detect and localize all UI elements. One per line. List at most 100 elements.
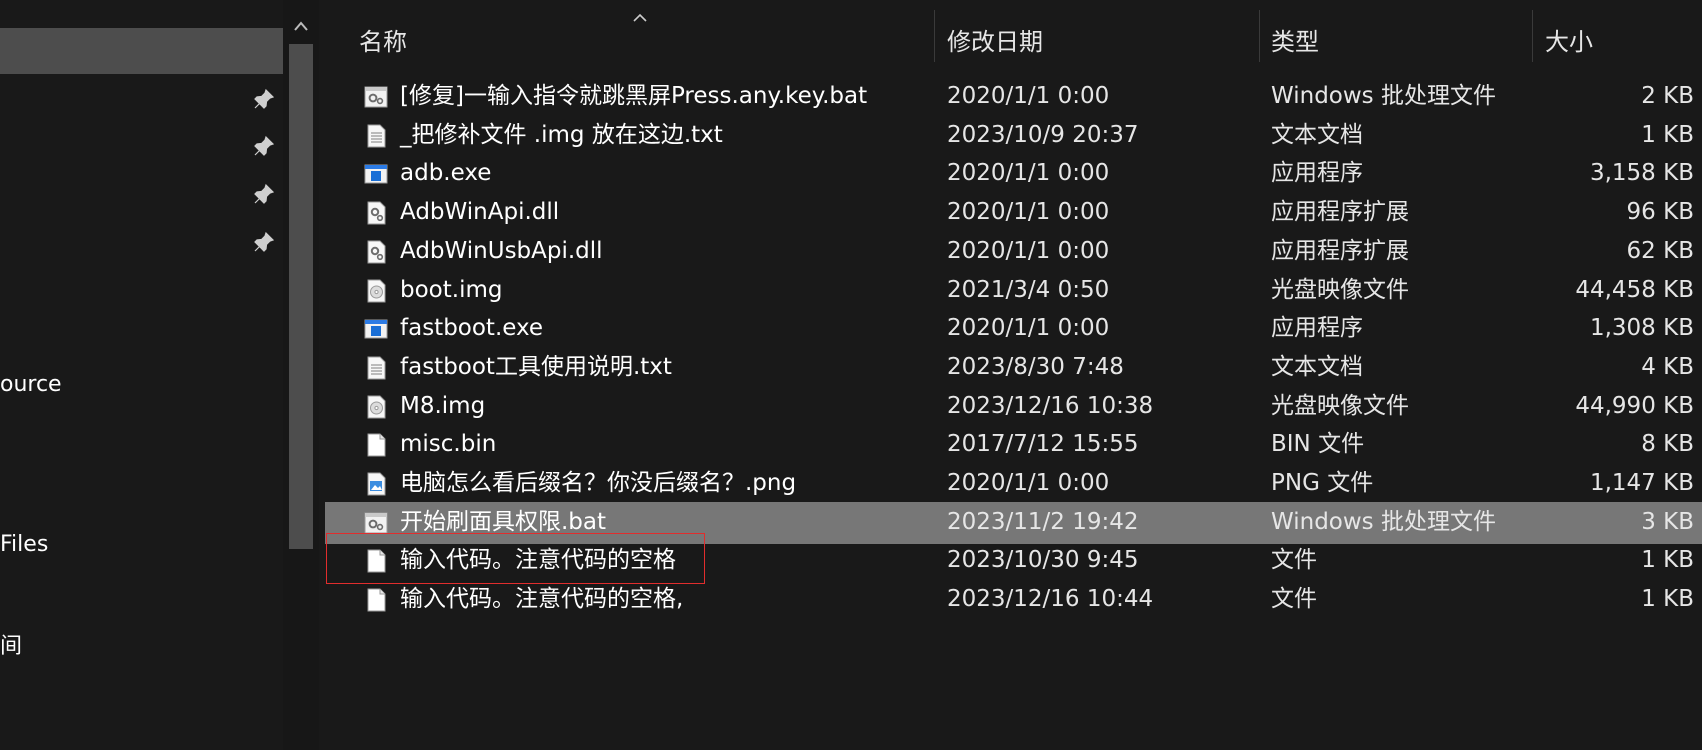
blank-file-icon	[363, 432, 389, 458]
column-divider[interactable]	[1259, 10, 1260, 62]
batch-file-icon	[363, 510, 389, 536]
file-row[interactable]: 输入代码。注意代码的空格 2023/10/30 9:45 文件 1 KB	[325, 540, 1702, 582]
batch-file-icon	[363, 84, 389, 110]
file-size: 2 KB	[1641, 83, 1694, 109]
image-file-icon	[363, 471, 389, 497]
file-size: 3 KB	[1641, 508, 1694, 535]
file-row[interactable]: boot.img 2021/3/4 0:50 光盘映像文件 44,458 KB	[325, 270, 1702, 312]
disc-image-icon	[363, 278, 389, 304]
file-type: 应用程序	[1271, 315, 1363, 342]
file-size: 1,308 KB	[1589, 315, 1694, 342]
blank-file-icon	[363, 548, 389, 574]
file-modified-date: 2023/11/2 19:42	[947, 508, 1139, 535]
nav-item-label[interactable]: ource	[0, 372, 62, 397]
file-row[interactable]: AdbWinUsbApi.dll 2020/1/1 0:00 应用程序扩展 62…	[325, 231, 1702, 273]
text-file-icon	[363, 355, 389, 381]
file-row[interactable]: _把修补文件 .img 放在这边.txt 2023/10/9 20:37 文本文…	[325, 115, 1702, 157]
file-row[interactable]: [修复]一输入指令就跳黑屏Press.any.key.bat 2020/1/1 …	[325, 76, 1702, 118]
file-modified-date: 2023/8/30 7:48	[947, 353, 1124, 380]
file-name: adb.exe	[400, 160, 492, 187]
pin-icon[interactable]	[252, 182, 276, 206]
file-row[interactable]: M8.img 2023/12/16 10:38 光盘映像文件 44,990 KB	[325, 386, 1702, 428]
file-size: 44,458 KB	[1575, 276, 1694, 303]
file-modified-date: 2023/10/30 9:45	[947, 547, 1139, 574]
dll-file-icon	[363, 200, 389, 226]
file-row[interactable]: 开始刷面具权限.bat 2023/11/2 19:42 Windows 批处理文…	[325, 501, 1702, 544]
pin-icon[interactable]	[252, 230, 276, 254]
file-size: 3,158 KB	[1589, 160, 1694, 187]
pin-icon[interactable]	[252, 134, 276, 158]
file-modified-date: 2020/1/1 0:00	[947, 199, 1110, 226]
file-type: 光盘映像文件	[1271, 276, 1409, 303]
file-row[interactable]: 输入代码。注意代码的空格, 2023/12/16 10:44 文件 1 KB	[325, 579, 1702, 621]
file-size: 4 KB	[1641, 353, 1694, 380]
file-row[interactable]: fastboot工具使用说明.txt 2023/8/30 7:48 文本文档 4…	[325, 347, 1702, 389]
file-type: 应用程序	[1271, 160, 1363, 187]
column-header-size[interactable]: 大小	[1545, 22, 1593, 57]
file-modified-date: 2023/12/16 10:38	[947, 392, 1154, 419]
file-name: fastboot工具使用说明.txt	[400, 353, 672, 380]
file-type: 文件	[1271, 547, 1317, 574]
navigation-pane: ource Files 间	[0, 0, 283, 750]
file-name: fastboot.exe	[400, 315, 544, 342]
file-type: PNG 文件	[1271, 470, 1374, 496]
disc-image-icon	[363, 394, 389, 420]
file-modified-date: 2020/1/1 0:00	[947, 237, 1110, 264]
file-name: 电脑怎么看后缀名？你没后缀名？.png	[400, 470, 797, 496]
nav-scrollbar[interactable]	[283, 0, 319, 750]
nav-item-label[interactable]: 间	[0, 628, 22, 660]
file-name: 开始刷面具权限.bat	[400, 508, 607, 535]
file-size: 1,147 KB	[1589, 470, 1694, 496]
file-modified-date: 2020/1/1 0:00	[947, 470, 1110, 496]
column-header-name[interactable]: 名称	[359, 22, 407, 57]
file-size: 8 KB	[1641, 431, 1694, 458]
nav-selected-item[interactable]	[0, 28, 283, 74]
file-list-pane: 名称 修改日期 类型 大小 [修复]一输入指令就跳黑屏Press.any.key…	[319, 0, 1702, 750]
file-modified-date: 2023/12/16 10:44	[947, 586, 1154, 613]
file-row[interactable]: AdbWinApi.dll 2020/1/1 0:00 应用程序扩展 96 KB	[325, 192, 1702, 234]
scroll-up-arrow-icon[interactable]	[291, 18, 311, 34]
file-size: 1 KB	[1641, 547, 1694, 574]
file-size: 1 KB	[1641, 586, 1694, 613]
scroll-thumb[interactable]	[289, 44, 313, 549]
file-type: 文本文档	[1271, 353, 1363, 380]
file-row[interactable]: adb.exe 2020/1/1 0:00 应用程序 3,158 KB	[325, 153, 1702, 195]
file-size: 44,990 KB	[1575, 392, 1694, 419]
file-row[interactable]: 电脑怎么看后缀名？你没后缀名？.png 2020/1/1 0:00 PNG 文件…	[325, 463, 1702, 505]
exe-file-icon	[363, 161, 389, 187]
file-type: BIN 文件	[1271, 431, 1365, 458]
file-name: M8.img	[400, 392, 486, 419]
nav-item-label[interactable]: Files	[0, 532, 48, 557]
pin-icon[interactable]	[252, 87, 276, 111]
column-divider[interactable]	[1532, 10, 1533, 62]
file-row[interactable]: misc.bin 2017/7/12 15:55 BIN 文件 8 KB	[325, 424, 1702, 466]
column-header-row: 名称 修改日期 类型 大小	[319, 0, 1702, 74]
file-type: 文件	[1271, 586, 1317, 613]
column-header-type[interactable]: 类型	[1271, 22, 1319, 57]
column-header-date[interactable]: 修改日期	[947, 22, 1043, 57]
file-name: [修复]一输入指令就跳黑屏Press.any.key.bat	[400, 83, 868, 109]
file-name: boot.img	[400, 276, 503, 303]
file-type: Windows 批处理文件	[1271, 83, 1496, 109]
file-name: AdbWinUsbApi.dll	[400, 237, 603, 264]
file-row[interactable]: fastboot.exe 2020/1/1 0:00 应用程序 1,308 KB	[325, 308, 1702, 350]
column-divider[interactable]	[934, 10, 935, 62]
text-file-icon	[363, 123, 389, 149]
file-type: Windows 批处理文件	[1271, 508, 1496, 535]
file-name: AdbWinApi.dll	[400, 199, 560, 226]
file-size: 62 KB	[1626, 237, 1694, 264]
blank-file-icon	[363, 587, 389, 613]
file-name: 输入代码。注意代码的空格,	[400, 586, 684, 613]
file-name: _把修补文件 .img 放在这边.txt	[400, 121, 723, 148]
file-modified-date: 2020/1/1 0:00	[947, 315, 1110, 342]
file-modified-date: 2020/1/1 0:00	[947, 160, 1110, 187]
file-type: 光盘映像文件	[1271, 392, 1409, 419]
file-type: 文本文档	[1271, 121, 1363, 148]
file-modified-date: 2023/10/9 20:37	[947, 121, 1139, 148]
file-size: 1 KB	[1641, 121, 1694, 148]
file-type: 应用程序扩展	[1271, 237, 1409, 264]
dll-file-icon	[363, 239, 389, 265]
file-type: 应用程序扩展	[1271, 199, 1409, 226]
file-size: 96 KB	[1626, 199, 1694, 226]
file-name: 输入代码。注意代码的空格	[400, 547, 676, 574]
